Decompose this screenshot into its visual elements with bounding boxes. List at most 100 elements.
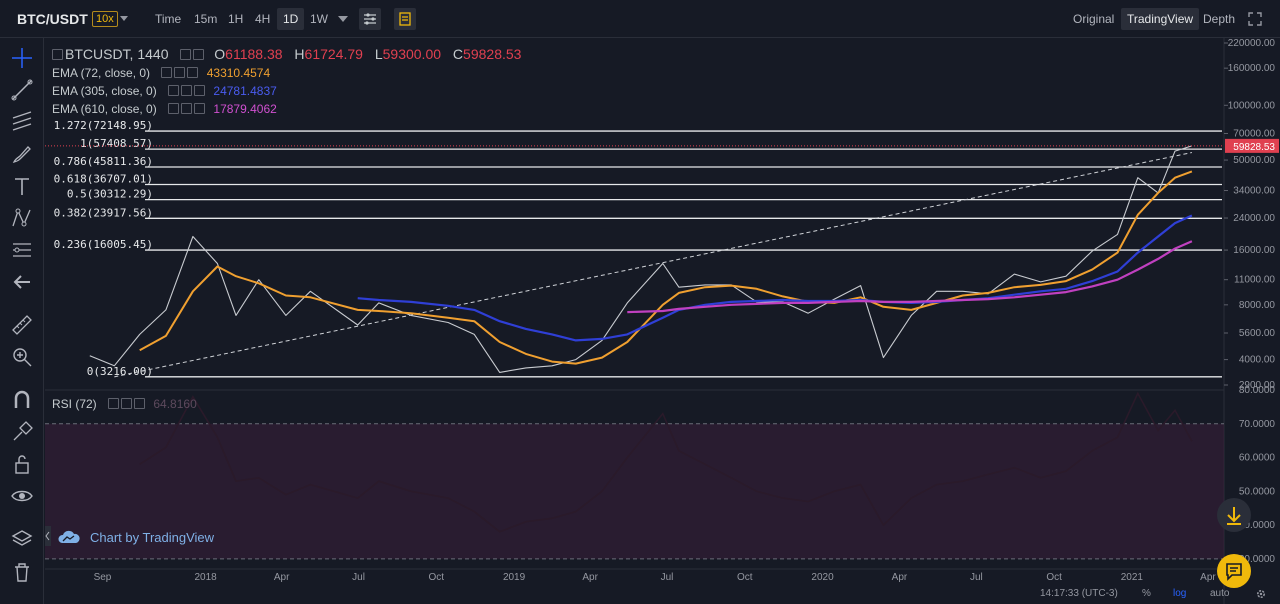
price-axis[interactable]: 220000.00 160000.00 100000.00 70000.00 50000…: [1224, 38, 1275, 391]
fib-tool-icon[interactable]: [10, 110, 34, 134]
time-tick-13: 2021: [1121, 572, 1144, 583]
rsi-close-icon[interactable]: [134, 398, 146, 409]
time-tick-9: 2020: [811, 572, 834, 583]
close-value: 59828.53: [463, 46, 522, 62]
time-tick-4: Oct: [429, 572, 445, 583]
layers-icon[interactable]: [10, 527, 34, 551]
symbol-dropdown-icon[interactable]: [120, 15, 128, 23]
time-tick-14: Apr: [1200, 572, 1216, 583]
interval-1w[interactable]: 1W: [308, 0, 330, 38]
pattern-icon[interactable]: [10, 206, 34, 230]
rsi-label: RSI (72): [52, 397, 97, 411]
time-tick-2: Apr: [274, 572, 290, 583]
ema72-settings-icon[interactable]: [174, 67, 186, 78]
top-toolbar: BTC/USDT 10x Time 15m 1H 4H 1D 1W Origin…: [0, 0, 1280, 38]
symbol-title[interactable]: BTC/USDT: [17, 0, 88, 38]
zoom-icon[interactable]: [10, 345, 34, 369]
magnet-icon[interactable]: [10, 388, 34, 412]
ema305-toggle-icon[interactable]: [168, 85, 180, 96]
ema72-legend: EMA (72, close, 0) 43310.4574: [52, 65, 270, 81]
time-tick-8: Oct: [737, 572, 753, 583]
price-tick-5: 34000.00: [1233, 186, 1275, 197]
trend-line-icon[interactable]: [10, 78, 34, 102]
interval-1h[interactable]: 1H: [226, 0, 245, 38]
trash-icon[interactable]: [10, 560, 34, 584]
time-tick-10: Apr: [892, 572, 908, 583]
text-tool-icon[interactable]: [10, 174, 34, 198]
ohlc-legend: BTCUSDT, 1440 O61188.38 H61724.79 L59300…: [52, 46, 521, 62]
fib-label-5: 0.382(23917.56): [54, 206, 153, 219]
fullscreen-icon[interactable]: [1248, 12, 1262, 26]
legend-toggle-icon[interactable]: [52, 49, 63, 60]
ema610-label: EMA (610, close, 0): [52, 102, 157, 116]
price-tick-1: 160000.00: [1228, 63, 1276, 74]
interval-1d[interactable]: 1D: [277, 8, 305, 30]
ruler-icon[interactable]: [10, 313, 34, 337]
interval-15m[interactable]: 15m: [192, 0, 219, 38]
ema610-value: 17879.4062: [213, 102, 277, 116]
more-intervals-icon[interactable]: [338, 15, 348, 23]
time-tick-6: Apr: [582, 572, 598, 583]
fib-label-6: 0.236(16005.45): [54, 238, 153, 251]
chart-settings-icon[interactable]: [359, 8, 381, 30]
price-tick-10: 5600.00: [1239, 328, 1276, 339]
legend-settings-icon[interactable]: [180, 49, 192, 60]
ema305-legend: EMA (305, close, 0) 24781.4837: [52, 83, 277, 99]
prediction-icon[interactable]: [10, 238, 34, 262]
view-tradingview[interactable]: TradingView: [1121, 8, 1200, 30]
price-tick-4: 50000.00: [1233, 155, 1275, 166]
leverage-badge: 10x: [92, 11, 118, 27]
ema610-toggle-icon[interactable]: [168, 103, 180, 114]
close-label: C: [452, 46, 464, 62]
interval-time[interactable]: Time: [153, 0, 183, 38]
legend-eye-icon[interactable]: [193, 49, 205, 60]
low-label: L: [374, 46, 383, 62]
ema305-settings-icon[interactable]: [181, 85, 193, 96]
scroll-to-latest-button[interactable]: [1217, 498, 1251, 532]
indicators-icon[interactable]: [394, 8, 416, 30]
ema72-label: EMA (72, close, 0): [52, 66, 151, 80]
crosshair-icon[interactable]: [10, 46, 34, 70]
view-original[interactable]: Original: [1073, 0, 1114, 38]
ema610-settings-icon[interactable]: [181, 103, 193, 114]
time-tick-1: 2018: [194, 572, 217, 583]
open-label: O: [214, 46, 226, 62]
fib-label-3: 0.618(36707.01): [54, 172, 153, 185]
eye-icon[interactable]: [10, 484, 34, 508]
view-depth[interactable]: Depth: [1203, 0, 1235, 38]
tradingview-brand-link[interactable]: Chart by TradingView: [58, 525, 214, 551]
ema610-close-icon[interactable]: [194, 103, 206, 114]
chart-canvas[interactable]: 1.272(72148.95) 1(57408.57) 0.786(45811.36…: [45, 38, 1280, 604]
lock-drawing-icon[interactable]: [10, 420, 34, 444]
rsi-band-group: [45, 423, 1224, 560]
auto-scale-toggle[interactable]: auto: [1210, 585, 1229, 603]
time-axis[interactable]: Sep 2018 Apr Jul Oct 2019 Apr Jul Oct 2020 Apr Jul O…: [94, 572, 1217, 583]
interval-4h[interactable]: 4H: [253, 0, 272, 38]
low-value: 59300.00: [382, 46, 442, 62]
log-scale-toggle[interactable]: log: [1173, 585, 1186, 603]
rsi-settings-icon[interactable]: [121, 398, 133, 409]
rsi-toggle-icon[interactable]: [108, 398, 120, 409]
rsi-tick-1: 70.0000: [1239, 419, 1276, 430]
ema72-toggle-icon[interactable]: [161, 67, 173, 78]
gear-icon[interactable]: [1255, 588, 1267, 600]
rsi-value: 64.8160: [153, 397, 197, 411]
rsi-legend: RSI (72) 64.8160: [52, 396, 197, 412]
drawing-toolbar: [0, 38, 44, 604]
chat-button[interactable]: [1217, 554, 1251, 588]
ema72-close-icon[interactable]: [187, 67, 199, 78]
time-tick-3: Jul: [352, 572, 365, 583]
open-value: 61188.38: [225, 46, 283, 62]
ema305-label: EMA (305, close, 0): [52, 84, 157, 98]
brush-icon[interactable]: [10, 142, 34, 166]
rsi-axis[interactable]: 80.000070.000060.000050.000040.000030.00…: [1239, 385, 1276, 565]
lock-icon[interactable]: [10, 452, 34, 476]
ema305-close-icon[interactable]: [194, 85, 206, 96]
percent-scale-toggle[interactable]: %: [1142, 585, 1151, 603]
fib-label-2: 0.786(45811.36): [54, 155, 153, 168]
rsi-tick-3: 50.0000: [1239, 486, 1276, 497]
footer-bar: 14:17:33 (UTC-3) % log auto: [1020, 585, 1278, 603]
fib-label-1: 1(57408.57): [80, 137, 153, 150]
back-arrow-icon[interactable]: [10, 270, 34, 294]
collapse-toggle-icon[interactable]: [45, 526, 51, 546]
